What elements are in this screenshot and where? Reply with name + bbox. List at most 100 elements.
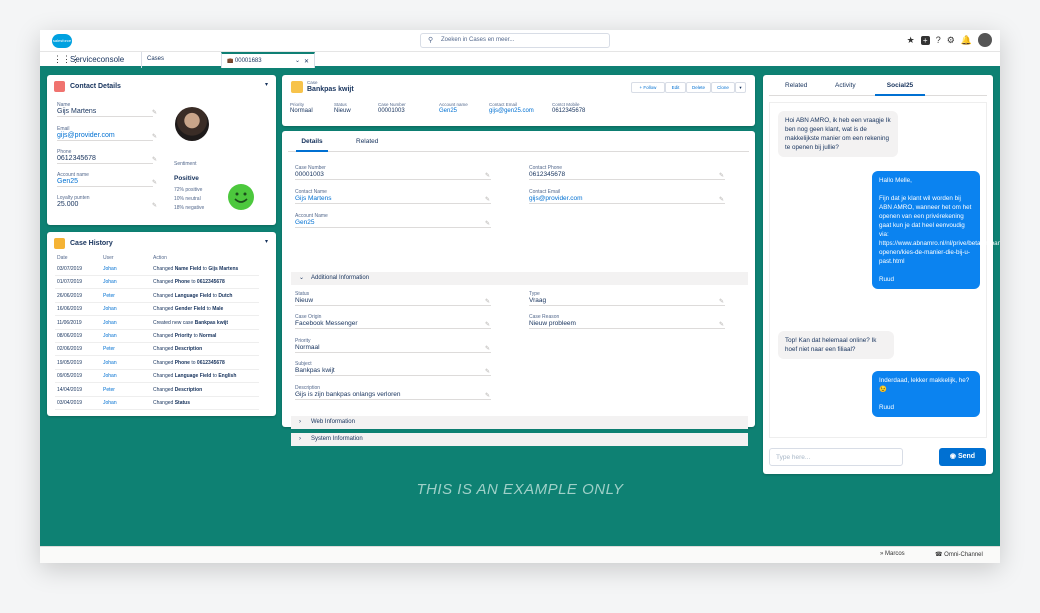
edit-icon[interactable]: ✎ bbox=[485, 172, 490, 179]
chevron-down-icon[interactable]: ⌄ bbox=[295, 57, 300, 64]
star-icon[interactable]: ★ bbox=[907, 35, 915, 46]
history-user[interactable]: Johan bbox=[103, 370, 117, 382]
history-user[interactable]: Johan bbox=[103, 357, 117, 369]
edit-button[interactable]: Edit bbox=[665, 82, 686, 93]
table-row: 03/04/2019 Johan Changed Status bbox=[55, 397, 259, 410]
card-menu-icon[interactable]: ▾ bbox=[265, 238, 268, 245]
history-user[interactable]: Johan bbox=[103, 303, 117, 315]
history-action: Changed Phone to 0612345678 bbox=[153, 359, 225, 366]
edit-icon[interactable]: ✎ bbox=[485, 368, 490, 375]
history-date: 01/07/2019 bbox=[57, 279, 83, 286]
gear-icon[interactable]: ⚙ bbox=[947, 35, 955, 46]
follow-button[interactable]: + Follow bbox=[631, 82, 665, 93]
message-outgoing: Hallo Melle, Fijn dat je klant wil worde… bbox=[872, 171, 1000, 289]
tab-cases[interactable]: Cases bbox=[141, 52, 221, 68]
salesforce-logo[interactable]: salesforce bbox=[52, 34, 72, 48]
history-action: Changed Language Field to English bbox=[153, 373, 237, 380]
history-user[interactable]: Johan bbox=[103, 397, 117, 409]
history-action: Created new case Bankpas kwijt bbox=[153, 319, 229, 326]
field-value: 0612345678 bbox=[529, 171, 566, 178]
tab-related[interactable]: Related bbox=[356, 138, 378, 145]
field-value: Nieuw bbox=[295, 297, 314, 304]
field-value[interactable]: gijs@provider.com bbox=[529, 195, 725, 202]
omni-channel-utility[interactable]: ☎ Omni-Channel bbox=[935, 551, 983, 558]
history-user[interactable]: Johan bbox=[103, 330, 117, 342]
card-menu-icon[interactable]: ▾ bbox=[265, 81, 268, 88]
close-icon[interactable]: ✕ bbox=[304, 58, 309, 65]
history-date: 03/07/2019 bbox=[57, 266, 83, 272]
more-actions-icon[interactable]: ▾ bbox=[735, 82, 746, 93]
detail-field: Account Name Gen25 bbox=[295, 213, 491, 228]
edit-icon[interactable]: ✎ bbox=[485, 298, 490, 305]
section-web-information[interactable]: › Web Information bbox=[291, 416, 748, 429]
delete-button[interactable]: Delete bbox=[686, 82, 711, 93]
field-value: Vraag bbox=[529, 297, 547, 304]
tab-cases-label: Cases bbox=[147, 56, 165, 62]
highlight-field: Contact Email gijs@gen25.com bbox=[489, 102, 534, 114]
chat-message-input[interactable]: Type here... bbox=[769, 448, 903, 466]
edit-icon[interactable]: ✎ bbox=[719, 172, 724, 179]
search-input[interactable]: ⚲ Zoeken in Cases en meer... bbox=[420, 33, 610, 48]
additional-field: Status Nieuw bbox=[295, 291, 491, 306]
edit-icon[interactable]: ✎ bbox=[485, 196, 490, 203]
tab-related[interactable]: Related bbox=[785, 82, 807, 89]
additional-field: Description Gijs is zijn bankpas onlangs … bbox=[295, 385, 491, 400]
table-row: 01/07/2019 Johan Changed Phone to 06123456… bbox=[55, 276, 259, 290]
tab-social25[interactable]: Social25 bbox=[875, 82, 925, 96]
section-additional-information[interactable]: ⌄ Additional Information bbox=[291, 272, 748, 285]
section-system-information[interactable]: › System Information bbox=[291, 433, 748, 446]
edit-icon[interactable]: ✎ bbox=[719, 196, 724, 203]
edit-icon[interactable]: ✎ bbox=[485, 345, 490, 352]
send-button[interactable]: ◉ Send bbox=[939, 448, 986, 466]
history-user[interactable]: Peter bbox=[103, 384, 115, 396]
table-row: 19/05/2019 Johan Changed Phone to 06123456… bbox=[55, 357, 259, 370]
history-user[interactable]: Johan bbox=[103, 263, 117, 275]
chevron-right-icon: › bbox=[299, 419, 301, 425]
history-user[interactable]: Johan bbox=[103, 317, 117, 329]
edit-icon[interactable]: ✎ bbox=[485, 392, 490, 399]
field-value: Bankpas kwijt bbox=[295, 367, 335, 375]
field-value: Gijs is zijn bankpas onlangs verloren bbox=[295, 390, 401, 398]
history-user[interactable]: Peter bbox=[103, 290, 115, 302]
field-divider bbox=[295, 227, 491, 228]
highlight-label: Account name bbox=[439, 102, 468, 107]
history-date: 16/06/2019 bbox=[57, 306, 83, 313]
search-icon: ⚲ bbox=[428, 37, 434, 44]
sentiment-positive: 72% positive bbox=[174, 187, 203, 193]
forward-icon: » bbox=[880, 551, 884, 557]
field-value[interactable]: Gijs Martens bbox=[295, 195, 491, 202]
field-value[interactable]: Gen25 bbox=[295, 219, 491, 226]
edit-icon[interactable]: ✎ bbox=[719, 321, 724, 328]
search-placeholder: Zoeken in Cases en meer... bbox=[441, 37, 515, 43]
edit-icon[interactable]: ✎ bbox=[152, 202, 157, 209]
tab-activity[interactable]: Activity bbox=[835, 82, 856, 89]
edit-icon[interactable]: ✎ bbox=[152, 156, 157, 163]
table-row: 08/06/2019 Johan Changed Priority to Norma… bbox=[55, 330, 259, 343]
tab-case-00001683[interactable]: 💼 00001683 ⌄ ✕ bbox=[221, 52, 315, 68]
contact-account-field: Account name Gen25 bbox=[57, 172, 153, 187]
bell-icon[interactable]: 🔔 bbox=[961, 35, 972, 46]
tab-details[interactable]: Details bbox=[296, 138, 328, 152]
user-utility[interactable]: » Marcos bbox=[880, 551, 905, 557]
history-user[interactable]: Johan bbox=[103, 276, 117, 288]
field-value: Nieuw probleem bbox=[529, 320, 576, 328]
history-date: 14/04/2019 bbox=[57, 386, 83, 393]
edit-icon[interactable]: ✎ bbox=[485, 321, 490, 328]
edit-icon[interactable]: ✎ bbox=[485, 220, 490, 227]
help-icon[interactable]: ? bbox=[936, 35, 941, 45]
briefcase-icon: 💼 bbox=[227, 58, 234, 64]
add-icon[interactable]: + bbox=[920, 35, 930, 45]
detail-field: Contact Name Gijs Martens bbox=[295, 189, 491, 204]
history-date: 26/06/2019 bbox=[57, 292, 83, 299]
highlight-value[interactable]: gijs@gen25.com bbox=[489, 108, 534, 114]
history-user[interactable]: Peter bbox=[103, 343, 115, 355]
highlight-value[interactable]: Gen25 bbox=[439, 108, 468, 114]
edit-icon[interactable]: ✎ bbox=[152, 179, 157, 186]
global-header: salesforce ⚲ Zoeken in Cases en meer... … bbox=[40, 30, 1000, 52]
edit-icon[interactable]: ✎ bbox=[152, 133, 157, 140]
edit-icon[interactable]: ✎ bbox=[152, 109, 157, 116]
clone-button[interactable]: Clone bbox=[711, 82, 735, 93]
user-avatar[interactable] bbox=[978, 33, 992, 47]
history-date: 11/06/2019 bbox=[57, 319, 82, 326]
edit-icon[interactable]: ✎ bbox=[719, 298, 724, 305]
